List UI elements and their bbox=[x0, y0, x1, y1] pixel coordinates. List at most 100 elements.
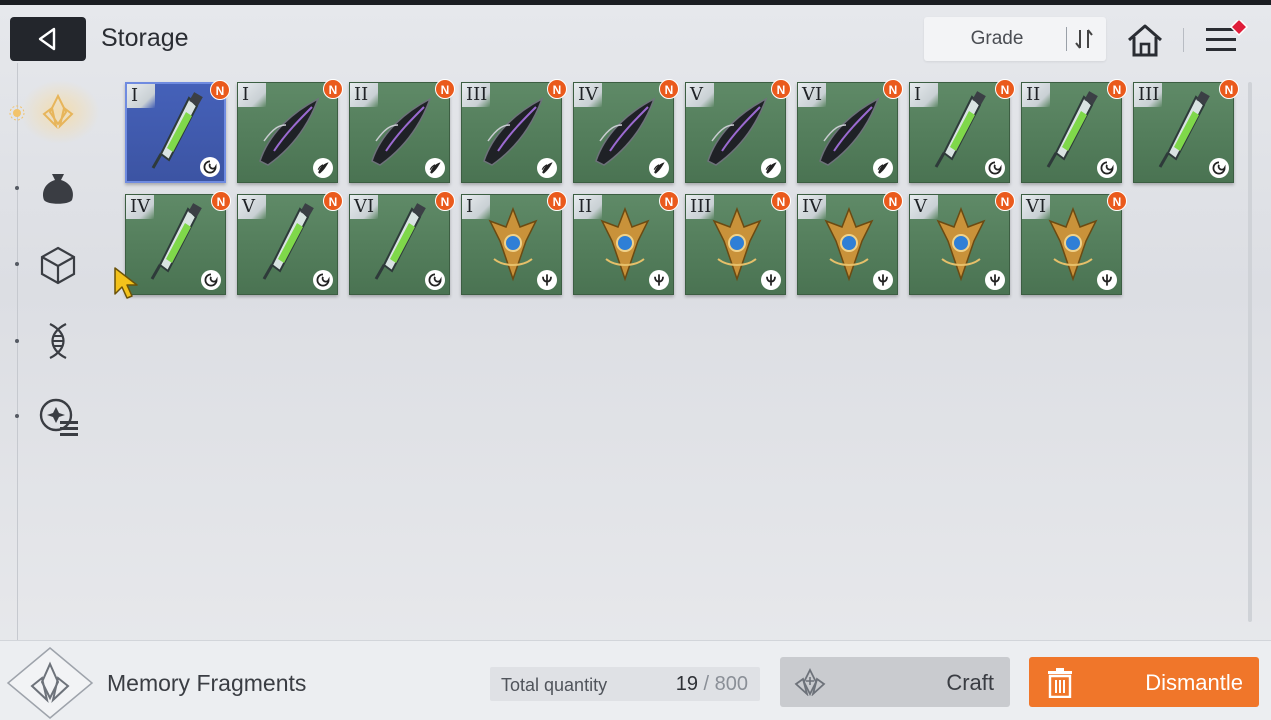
new-badge: N bbox=[323, 79, 343, 99]
home-icon[interactable] bbox=[1125, 20, 1165, 60]
header-divider bbox=[1183, 28, 1184, 52]
swirl-type-icon bbox=[200, 157, 220, 177]
item-card[interactable]: IV N bbox=[797, 191, 903, 295]
craft-label: Craft bbox=[946, 670, 994, 695]
item-card[interactable]: IN bbox=[909, 79, 1015, 183]
trident-type-icon bbox=[873, 270, 893, 290]
back-button[interactable] bbox=[10, 17, 86, 61]
tier-label: V bbox=[686, 83, 714, 107]
new-badge: N bbox=[211, 191, 231, 211]
wing-type-icon bbox=[873, 158, 893, 178]
item-card[interactable]: VI N bbox=[349, 191, 455, 295]
craft-button[interactable]: Craft bbox=[780, 657, 1010, 707]
new-badge: N bbox=[995, 79, 1015, 99]
swirl-type-icon bbox=[313, 270, 333, 290]
sidebar-item-memory-fragments[interactable] bbox=[36, 90, 80, 134]
sidebar-item-records[interactable] bbox=[36, 395, 80, 439]
new-badge: N bbox=[547, 79, 567, 99]
tier-label: I bbox=[910, 83, 938, 107]
tier-label: IV bbox=[126, 195, 154, 219]
tier-label: V bbox=[238, 195, 266, 219]
top-strip bbox=[0, 0, 1271, 5]
new-badge: N bbox=[435, 79, 455, 99]
new-badge: N bbox=[435, 191, 455, 211]
item-card[interactable]: III N bbox=[461, 79, 567, 183]
total-separator: / bbox=[697, 673, 715, 695]
cube-icon bbox=[40, 246, 76, 285]
tier-label: III bbox=[1134, 83, 1162, 107]
tier-label: VI bbox=[1022, 195, 1050, 219]
alert-badge-icon bbox=[1229, 20, 1249, 37]
tier-label: I bbox=[238, 83, 266, 107]
tier-label: VI bbox=[798, 83, 826, 107]
new-badge: N bbox=[995, 191, 1015, 211]
dismantle-label: Dismantle bbox=[1145, 670, 1243, 695]
menu-icon[interactable] bbox=[1204, 20, 1252, 60]
new-badge: N bbox=[1107, 191, 1127, 211]
sidebar-item-genes[interactable] bbox=[36, 319, 80, 363]
sidebar-item-materials[interactable] bbox=[36, 166, 80, 210]
total-quantity-box: Total quantity 19 / 800 bbox=[490, 667, 760, 701]
item-card[interactable]: VN bbox=[909, 191, 1015, 295]
swirl-type-icon bbox=[985, 158, 1005, 178]
sort-grade-button[interactable]: Grade bbox=[924, 17, 1106, 61]
trident-type-icon bbox=[1097, 270, 1117, 290]
wing-type-icon bbox=[425, 158, 445, 178]
rail-dot bbox=[15, 414, 19, 418]
item-card[interactable]: VI N bbox=[797, 79, 903, 183]
total-quantity-value: 19 / 800 bbox=[676, 673, 748, 696]
tier-label: III bbox=[686, 195, 714, 219]
rail-dot bbox=[15, 186, 19, 190]
record-list-icon bbox=[39, 398, 78, 436]
item-card[interactable]: IN bbox=[237, 79, 343, 183]
trash-icon bbox=[1048, 668, 1072, 698]
dismantle-button[interactable]: Dismantle bbox=[1029, 657, 1259, 707]
rail-dot bbox=[15, 339, 19, 343]
total-count: 19 bbox=[675, 673, 698, 695]
sidebar-rail bbox=[17, 63, 18, 643]
swirl-type-icon bbox=[1097, 158, 1117, 178]
category-label: Memory Fragments bbox=[107, 670, 307, 696]
tier-label: II bbox=[1022, 83, 1050, 107]
item-card[interactable]: VN bbox=[685, 79, 791, 183]
item-card[interactable]: II N bbox=[573, 191, 679, 295]
new-badge: N bbox=[659, 191, 679, 211]
item-card[interactable]: III N bbox=[685, 191, 791, 295]
sort-divider bbox=[1066, 27, 1067, 51]
active-marker-icon bbox=[9, 105, 25, 121]
back-arrow-icon bbox=[38, 27, 56, 51]
tier-label: III bbox=[462, 83, 490, 107]
swirl-type-icon bbox=[425, 270, 445, 290]
new-badge: N bbox=[883, 191, 903, 211]
trident-type-icon bbox=[761, 270, 781, 290]
rail-dot bbox=[15, 262, 19, 266]
item-card[interactable]: III N bbox=[1133, 79, 1239, 183]
sort-toggle-icon[interactable] bbox=[1072, 27, 1096, 51]
item-card[interactable]: VI N bbox=[1021, 191, 1127, 295]
trident-type-icon bbox=[649, 270, 669, 290]
item-card[interactable]: II N bbox=[349, 79, 455, 183]
tier-label: IV bbox=[798, 195, 826, 219]
tier-label: IV bbox=[574, 83, 602, 107]
wing-type-icon bbox=[537, 158, 557, 178]
swirl-type-icon bbox=[1209, 158, 1229, 178]
item-card[interactable]: IN bbox=[125, 80, 230, 183]
item-card[interactable]: II N bbox=[1021, 79, 1127, 183]
sort-label: Grade bbox=[970, 28, 1024, 49]
item-card[interactable]: VN bbox=[237, 191, 343, 295]
total-max: 800 bbox=[714, 673, 748, 695]
wing-type-icon bbox=[649, 158, 669, 178]
grid-scrollbar[interactable] bbox=[1248, 82, 1252, 622]
item-card[interactable]: IN bbox=[461, 191, 567, 295]
wing-type-icon bbox=[761, 158, 781, 178]
new-badge: N bbox=[771, 191, 791, 211]
swirl-type-icon bbox=[201, 270, 221, 290]
new-badge: N bbox=[323, 191, 343, 211]
tier-label: I bbox=[127, 84, 155, 108]
tier-label: II bbox=[350, 83, 378, 107]
new-badge: N bbox=[883, 79, 903, 99]
new-badge: N bbox=[771, 79, 791, 99]
sidebar-item-cubes[interactable] bbox=[36, 243, 80, 287]
dna-icon bbox=[49, 323, 67, 359]
item-card[interactable]: IV N bbox=[573, 79, 679, 183]
